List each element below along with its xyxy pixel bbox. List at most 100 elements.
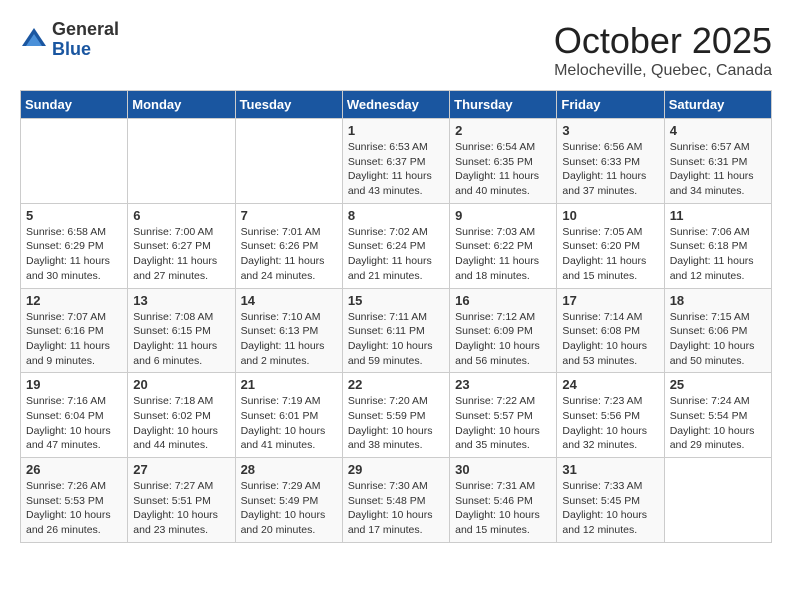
month-title: October 2025 [554, 20, 772, 62]
weekday-header: Saturday [664, 91, 771, 119]
day-number: 17 [562, 293, 658, 308]
calendar-cell: 20 Sunrise: 7:18 AM Sunset: 6:02 PM Dayli… [128, 373, 235, 458]
day-number: 10 [562, 208, 658, 223]
day-info: Sunrise: 7:01 AM Sunset: 6:26 PM Dayligh… [241, 225, 337, 284]
day-info: Sunrise: 7:27 AM Sunset: 5:51 PM Dayligh… [133, 479, 229, 538]
day-info: Sunrise: 7:00 AM Sunset: 6:27 PM Dayligh… [133, 225, 229, 284]
day-number: 26 [26, 462, 122, 477]
location-label: Melocheville, Quebec, Canada [554, 62, 772, 80]
calendar-cell: 19 Sunrise: 7:16 AM Sunset: 6:04 PM Dayli… [21, 373, 128, 458]
calendar-cell: 16 Sunrise: 7:12 AM Sunset: 6:09 PM Dayli… [450, 288, 557, 373]
day-info: Sunrise: 6:54 AM Sunset: 6:35 PM Dayligh… [455, 140, 551, 199]
day-number: 25 [670, 377, 766, 392]
weekday-header: Friday [557, 91, 664, 119]
day-number: 3 [562, 123, 658, 138]
calendar-cell: 2 Sunrise: 6:54 AM Sunset: 6:35 PM Daylig… [450, 119, 557, 204]
calendar-cell: 9 Sunrise: 7:03 AM Sunset: 6:22 PM Daylig… [450, 203, 557, 288]
day-number: 9 [455, 208, 551, 223]
day-info: Sunrise: 7:08 AM Sunset: 6:15 PM Dayligh… [133, 310, 229, 369]
calendar-week-row: 5Sunrise: 6:58 AM Sunset: 6:29 PM Daylig… [21, 203, 772, 288]
day-info: Sunrise: 7:18 AM Sunset: 6:02 PM Dayligh… [133, 394, 229, 453]
calendar-cell: 23Sunrise: 7:22 AM Sunset: 5:57 PM Dayli… [450, 373, 557, 458]
weekday-header: Tuesday [235, 91, 342, 119]
calendar-cell: 11 Sunrise: 7:06 AM Sunset: 6:18 PM Dayli… [664, 203, 771, 288]
day-info: Sunrise: 7:11 AM Sunset: 6:11 PM Dayligh… [348, 310, 444, 369]
day-info: Sunrise: 7:12 AM Sunset: 6:09 PM Dayligh… [455, 310, 551, 369]
day-info: Sunrise: 6:56 AM Sunset: 6:33 PM Dayligh… [562, 140, 658, 199]
day-info: Sunrise: 7:14 AM Sunset: 6:08 PM Dayligh… [562, 310, 658, 369]
calendar-cell: 17 Sunrise: 7:14 AM Sunset: 6:08 PM Dayli… [557, 288, 664, 373]
day-info: Sunrise: 7:06 AM Sunset: 6:18 PM Dayligh… [670, 225, 766, 284]
day-info: Sunrise: 7:24 AM Sunset: 5:54 PM Dayligh… [670, 394, 766, 453]
calendar-cell: 18Sunrise: 7:15 AM Sunset: 6:06 PM Dayli… [664, 288, 771, 373]
day-number: 11 [670, 208, 766, 223]
calendar-cell: 30 Sunrise: 7:31 AM Sunset: 5:46 PM Dayli… [450, 458, 557, 543]
calendar-cell: 8 Sunrise: 7:02 AM Sunset: 6:24 PM Daylig… [342, 203, 449, 288]
calendar-cell: 28 Sunrise: 7:29 AM Sunset: 5:49 PM Dayli… [235, 458, 342, 543]
day-info: Sunrise: 7:30 AM Sunset: 5:48 PM Dayligh… [348, 479, 444, 538]
day-number: 2 [455, 123, 551, 138]
day-info: Sunrise: 7:05 AM Sunset: 6:20 PM Dayligh… [562, 225, 658, 284]
day-info: Sunrise: 7:33 AM Sunset: 5:45 PM Dayligh… [562, 479, 658, 538]
day-info: Sunrise: 7:03 AM Sunset: 6:22 PM Dayligh… [455, 225, 551, 284]
day-info: Sunrise: 7:16 AM Sunset: 6:04 PM Dayligh… [26, 394, 122, 453]
day-info: Sunrise: 7:23 AM Sunset: 5:56 PM Dayligh… [562, 394, 658, 453]
calendar-cell: 10 Sunrise: 7:05 AM Sunset: 6:20 PM Dayli… [557, 203, 664, 288]
day-number: 8 [348, 208, 444, 223]
day-number: 29 [348, 462, 444, 477]
weekday-header: Wednesday [342, 91, 449, 119]
calendar-cell: 12 Sunrise: 7:07 AM Sunset: 6:16 PM Dayli… [21, 288, 128, 373]
logo-general-label: General [52, 20, 119, 40]
day-number: 22 [348, 377, 444, 392]
calendar-table: SundayMondayTuesdayWednesdayThursdayFrid… [20, 90, 772, 543]
day-number: 21 [241, 377, 337, 392]
day-number: 12 [26, 293, 122, 308]
calendar-cell: 29 Sunrise: 7:30 AM Sunset: 5:48 PM Dayli… [342, 458, 449, 543]
logo-text: General Blue [52, 20, 119, 60]
day-info: Sunrise: 6:58 AM Sunset: 6:29 PM Dayligh… [26, 225, 122, 284]
calendar-cell [128, 119, 235, 204]
calendar-cell: 26Sunrise: 7:26 AM Sunset: 5:53 PM Dayli… [21, 458, 128, 543]
weekday-header: Thursday [450, 91, 557, 119]
day-number: 4 [670, 123, 766, 138]
calendar-cell: 14Sunrise: 7:10 AM Sunset: 6:13 PM Dayli… [235, 288, 342, 373]
day-info: Sunrise: 7:19 AM Sunset: 6:01 PM Dayligh… [241, 394, 337, 453]
day-number: 13 [133, 293, 229, 308]
day-info: Sunrise: 7:07 AM Sunset: 6:16 PM Dayligh… [26, 310, 122, 369]
logo-blue-label: Blue [52, 40, 119, 60]
day-info: Sunrise: 7:02 AM Sunset: 6:24 PM Dayligh… [348, 225, 444, 284]
day-number: 24 [562, 377, 658, 392]
logo: General Blue [20, 20, 119, 60]
day-info: Sunrise: 6:57 AM Sunset: 6:31 PM Dayligh… [670, 140, 766, 199]
day-number: 28 [241, 462, 337, 477]
day-number: 30 [455, 462, 551, 477]
logo-icon [20, 26, 48, 54]
calendar-week-row: 26Sunrise: 7:26 AM Sunset: 5:53 PM Dayli… [21, 458, 772, 543]
day-number: 19 [26, 377, 122, 392]
calendar-cell: 21 Sunrise: 7:19 AM Sunset: 6:01 PM Dayli… [235, 373, 342, 458]
day-number: 27 [133, 462, 229, 477]
day-number: 14 [241, 293, 337, 308]
day-number: 16 [455, 293, 551, 308]
day-info: Sunrise: 7:31 AM Sunset: 5:46 PM Dayligh… [455, 479, 551, 538]
day-number: 7 [241, 208, 337, 223]
day-number: 18 [670, 293, 766, 308]
calendar-cell: 27 Sunrise: 7:27 AM Sunset: 5:51 PM Dayli… [128, 458, 235, 543]
calendar-cell: 4 Sunrise: 6:57 AM Sunset: 6:31 PM Daylig… [664, 119, 771, 204]
day-info: Sunrise: 7:20 AM Sunset: 5:59 PM Dayligh… [348, 394, 444, 453]
page-header: General Blue October 2025 Melocheville, … [20, 20, 772, 80]
calendar-cell [21, 119, 128, 204]
calendar-cell: 13 Sunrise: 7:08 AM Sunset: 6:15 PM Dayli… [128, 288, 235, 373]
calendar-cell [235, 119, 342, 204]
calendar-cell: 31 Sunrise: 7:33 AM Sunset: 5:45 PM Dayli… [557, 458, 664, 543]
day-info: Sunrise: 6:53 AM Sunset: 6:37 PM Dayligh… [348, 140, 444, 199]
calendar-cell: 25 Sunrise: 7:24 AM Sunset: 5:54 PM Dayli… [664, 373, 771, 458]
calendar-cell: 6 Sunrise: 7:00 AM Sunset: 6:27 PM Daylig… [128, 203, 235, 288]
calendar-cell: 24 Sunrise: 7:23 AM Sunset: 5:56 PM Dayli… [557, 373, 664, 458]
calendar-week-row: 19 Sunrise: 7:16 AM Sunset: 6:04 PM Dayli… [21, 373, 772, 458]
day-number: 31 [562, 462, 658, 477]
day-number: 6 [133, 208, 229, 223]
day-info: Sunrise: 7:29 AM Sunset: 5:49 PM Dayligh… [241, 479, 337, 538]
day-number: 20 [133, 377, 229, 392]
calendar-cell: 5Sunrise: 6:58 AM Sunset: 6:29 PM Daylig… [21, 203, 128, 288]
